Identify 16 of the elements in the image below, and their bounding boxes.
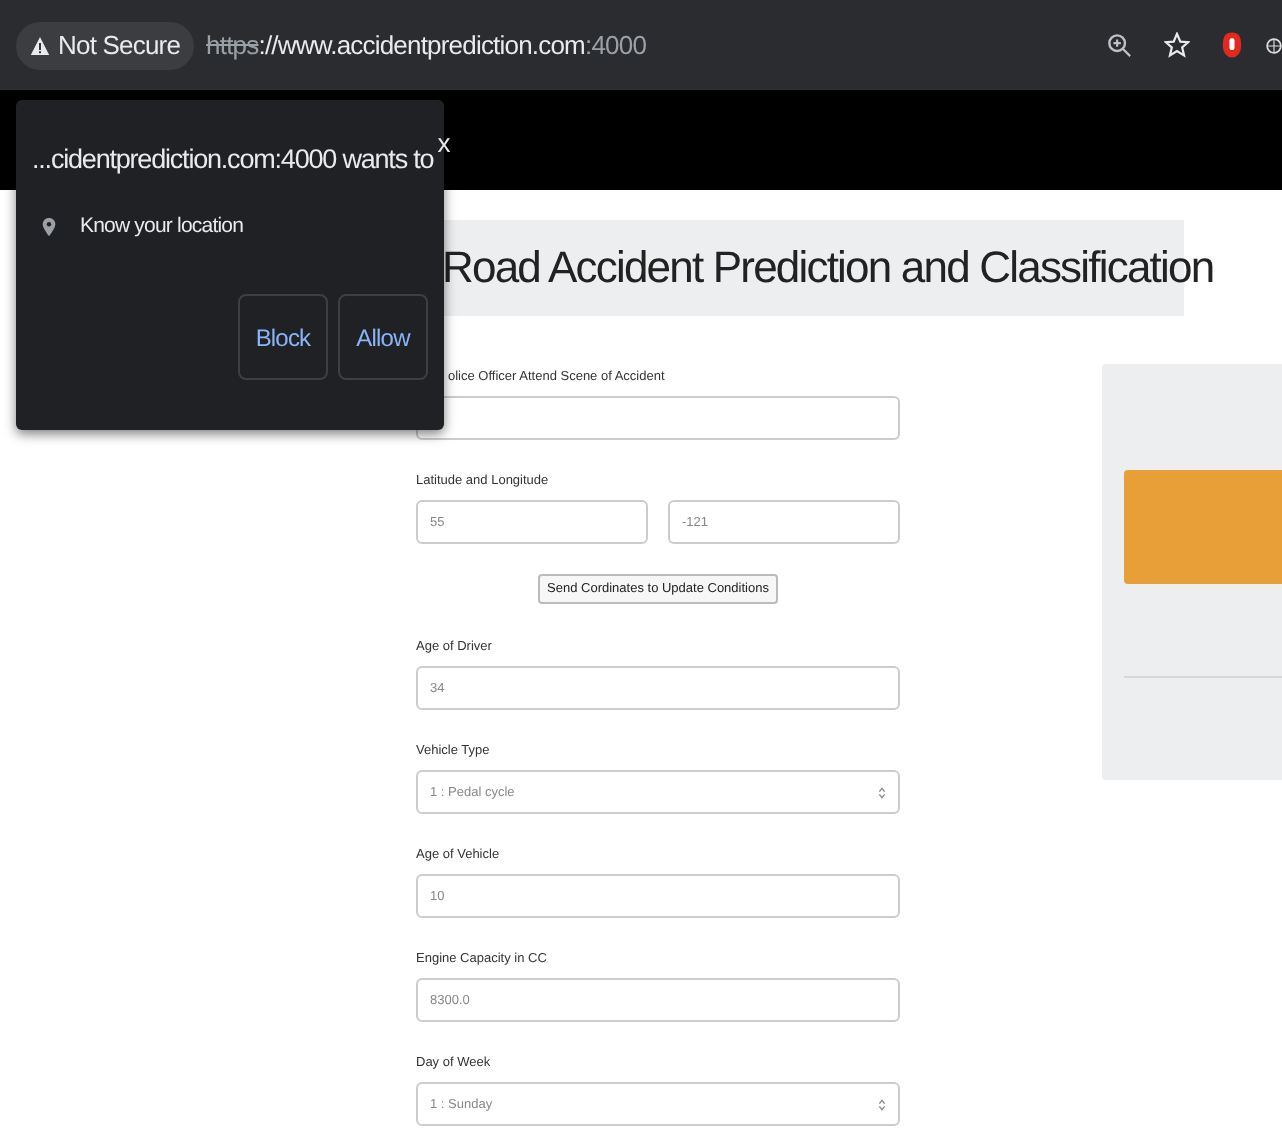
star-icon[interactable] bbox=[1164, 32, 1190, 58]
location-pin-icon bbox=[42, 215, 56, 237]
address-bar[interactable]: https://www.accidentprediction.com:4000 bbox=[206, 30, 1074, 60]
close-button[interactable]: x bbox=[433, 128, 455, 158]
dropdown-icon bbox=[878, 785, 886, 799]
warning-icon bbox=[30, 35, 50, 55]
zoom-icon[interactable] bbox=[1106, 32, 1132, 58]
extension-icon[interactable] bbox=[1222, 30, 1242, 60]
popup-title: ...cidentprediction.com:4000 wants to bbox=[32, 144, 434, 174]
allow-button[interactable]: Allow bbox=[338, 294, 428, 380]
page-title: Road Accident Prediction and Classification bbox=[442, 242, 1214, 294]
input-field[interactable] bbox=[416, 396, 900, 440]
block-button[interactable]: Block bbox=[238, 294, 328, 380]
permission-request: Know your location bbox=[80, 214, 244, 238]
security-chip[interactable]: Not Secure bbox=[16, 21, 195, 69]
dropdown-icon bbox=[878, 1097, 886, 1111]
